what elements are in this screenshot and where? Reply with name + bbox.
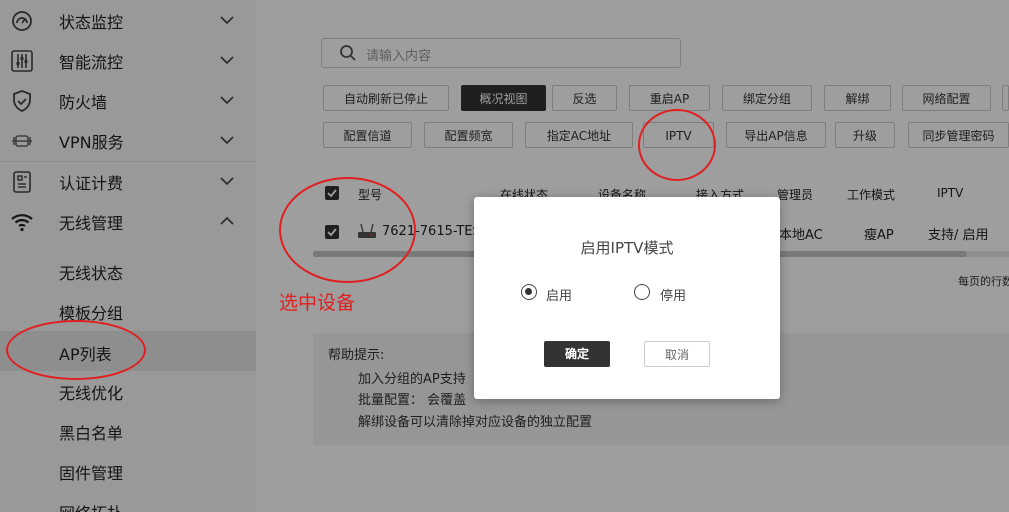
- annotation-circle-ap-list: [6, 320, 146, 380]
- confirm-button[interactable]: 确定: [544, 341, 610, 367]
- annotation-circle-iptv: [638, 109, 716, 181]
- cancel-button[interactable]: 取消: [644, 341, 710, 367]
- radio-disable-label[interactable]: 停用: [660, 285, 686, 304]
- dialog-title: 启用IPTV模式: [580, 239, 674, 257]
- iptv-mode-dialog: 启用IPTV模式 启用 停用 确定 取消: [474, 197, 780, 399]
- radio-enable[interactable]: [521, 284, 537, 300]
- annotation-circle-device: [279, 177, 416, 283]
- radio-disable[interactable]: [634, 284, 650, 300]
- radio-enable-label[interactable]: 启用: [546, 285, 572, 304]
- annotation-label: 选中设备: [279, 292, 356, 314]
